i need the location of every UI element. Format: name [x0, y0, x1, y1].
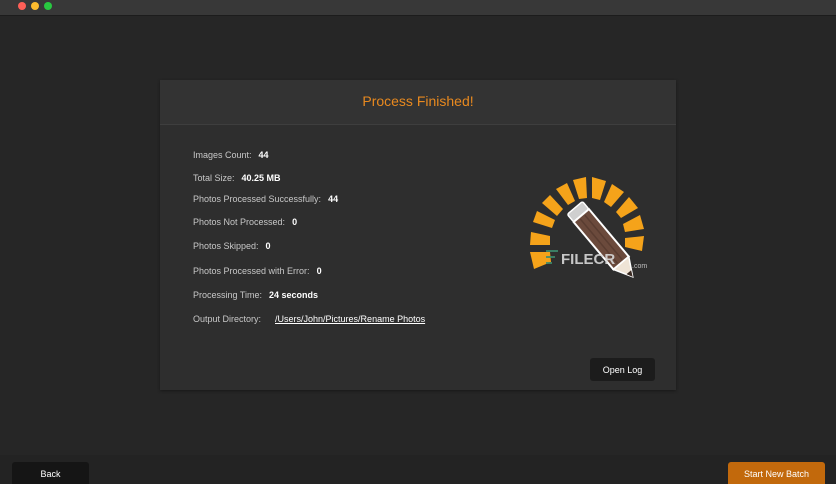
stat-not-processed: Photos Not Processed: 0	[193, 217, 297, 231]
stat-label: Photos Processed with Error:	[193, 266, 310, 276]
stat-value: 0	[265, 241, 271, 251]
stat-images-count: Images Count: 44	[193, 150, 269, 164]
watermark-suffix: .com	[632, 263, 647, 270]
stat-value: 44	[328, 194, 339, 204]
bottom-bar	[0, 455, 836, 484]
stat-value: 44	[258, 150, 269, 160]
panel-title: Process Finished!	[362, 93, 474, 109]
stat-processing-time: Processing Time: 24 seconds	[193, 290, 318, 304]
sunburst-pencil-icon	[530, 177, 644, 278]
stat-label: Processing Time:	[193, 290, 263, 300]
filecr-watermark: FILECR .com	[546, 250, 647, 270]
stat-total-size: Total Size: 40.25 MB	[193, 173, 281, 187]
stat-value: 0	[292, 217, 298, 227]
stat-label: Photos Skipped:	[193, 241, 259, 251]
minimize-window-button[interactable]	[31, 2, 39, 10]
open-log-button[interactable]: Open Log	[590, 358, 655, 381]
start-new-batch-button[interactable]: Start New Batch	[728, 462, 825, 484]
stat-value: 40.25 MB	[241, 173, 281, 183]
stat-output-directory: Output Directory: /Users/John/Pictures/Re…	[193, 314, 425, 328]
panel-header: Process Finished!	[160, 80, 676, 125]
zoom-window-button[interactable]	[44, 2, 52, 10]
title-bar	[0, 0, 836, 16]
stat-label: Photos Not Processed:	[193, 217, 286, 227]
close-window-button[interactable]	[18, 2, 26, 10]
back-button[interactable]: Back	[12, 462, 89, 484]
stat-value: 0	[316, 266, 322, 276]
stat-label: Total Size:	[193, 173, 235, 183]
stat-label: Photos Processed Successfully:	[193, 194, 322, 204]
stat-processed-with-error: Photos Processed with Error: 0	[193, 266, 322, 280]
stat-processed-successfully: Photos Processed Successfully: 44	[193, 194, 338, 208]
stat-label: Images Count:	[193, 150, 252, 160]
summary-panel: Process Finished! Images Count: 44 Total …	[160, 80, 676, 390]
stat-value: 24 seconds	[269, 290, 319, 300]
stat-skipped: Photos Skipped: 0	[193, 241, 271, 255]
stat-label: Output Directory:	[193, 314, 262, 324]
output-directory-link[interactable]: /Users/John/Pictures/Rename Photos	[275, 314, 425, 324]
watermark-text: FILECR	[561, 251, 615, 268]
app-window: Process Finished! Images Count: 44 Total …	[0, 0, 836, 484]
